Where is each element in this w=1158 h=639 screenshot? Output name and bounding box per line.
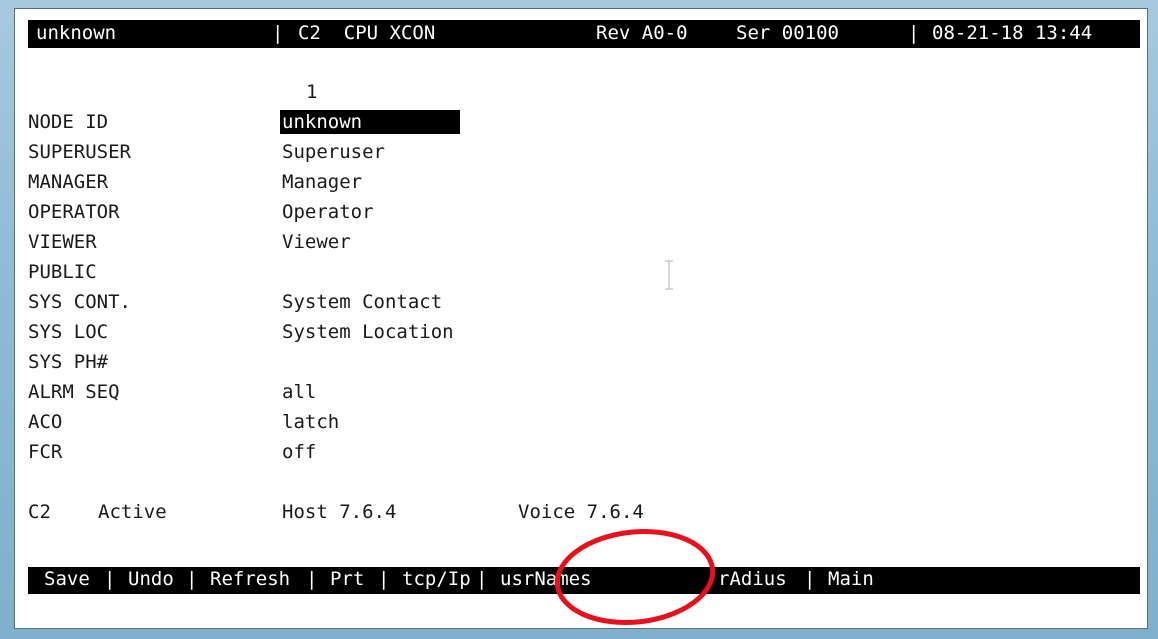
- field-value-viewer[interactable]: Viewer: [282, 230, 351, 254]
- column-header: 1: [306, 81, 318, 103]
- text-cursor-icon: [665, 260, 673, 290]
- field-value-alarm-sequence[interactable]: all: [282, 380, 316, 404]
- field-value-superuser[interactable]: Superuser: [282, 140, 385, 164]
- menu-separator: |: [476, 568, 488, 590]
- menu-main[interactable]: Main: [828, 568, 874, 590]
- status-header-bar: unknown | C2 CPU XCON Rev A0-0 Ser 00100…: [28, 20, 1140, 48]
- field-value-aco[interactable]: latch: [282, 410, 339, 434]
- field-value-node-id[interactable]: unknown: [280, 110, 461, 134]
- menu-refresh[interactable]: Refresh: [210, 568, 290, 590]
- field-label-superuser: SUPERUSER: [28, 141, 131, 163]
- status-state: Active: [98, 501, 167, 523]
- field-label-sys-phone: SYS PH#: [28, 351, 109, 373]
- status-voice-version: Voice 7.6.4: [518, 501, 644, 523]
- highlight-circle-annotation: [554, 529, 716, 625]
- menu-separator: |: [186, 568, 198, 590]
- menu-print[interactable]: Prt: [330, 568, 364, 590]
- header-node: unknown: [36, 22, 117, 44]
- header-separator: |: [272, 22, 284, 44]
- header-serial: Ser 00100: [736, 22, 839, 44]
- menu-rAdius[interactable]: rAdius: [718, 568, 787, 590]
- field-label-fcr: FCR: [28, 441, 63, 463]
- menu-undo[interactable]: Undo: [128, 568, 174, 590]
- menu-separator: |: [378, 568, 390, 590]
- field-label-sys-contact: SYS CONT.: [28, 291, 131, 313]
- menu-tcp-ip[interactable]: tcp/Ip: [402, 568, 471, 590]
- field-label-alarm-sequence: ALRM SEQ: [28, 381, 120, 403]
- menu-separator: |: [104, 568, 116, 590]
- field-label-aco: ACO: [28, 411, 63, 433]
- header-datetime: 08-21-18 13:44: [932, 22, 1093, 44]
- menu-separator: |: [804, 568, 816, 590]
- field-value-sys-contact[interactable]: System Contact: [282, 290, 442, 314]
- field-value-operator[interactable]: Operator: [282, 200, 374, 224]
- field-value-sys-location[interactable]: System Location: [282, 320, 454, 344]
- status-host-version: Host 7.6.4: [282, 501, 397, 523]
- status-card: C2: [28, 501, 51, 523]
- field-label-manager: MANAGER: [28, 171, 109, 193]
- field-label-public: PUBLIC: [28, 261, 97, 283]
- header-revision: Rev A0-0: [596, 22, 688, 44]
- field-value-fcr[interactable]: off: [282, 440, 316, 464]
- field-label-operator: OPERATOR: [28, 201, 120, 223]
- field-value-manager[interactable]: Manager: [282, 170, 362, 194]
- field-label-sys-location: SYS LOC: [28, 321, 109, 343]
- field-label-node-id: NODE ID: [28, 111, 109, 133]
- header-separator: |: [908, 22, 920, 44]
- menu-separator: |: [306, 568, 318, 590]
- field-label-viewer: VIEWER: [28, 231, 97, 253]
- menu-save[interactable]: Save: [44, 568, 90, 590]
- header-module: C2 CPU XCON: [298, 22, 436, 44]
